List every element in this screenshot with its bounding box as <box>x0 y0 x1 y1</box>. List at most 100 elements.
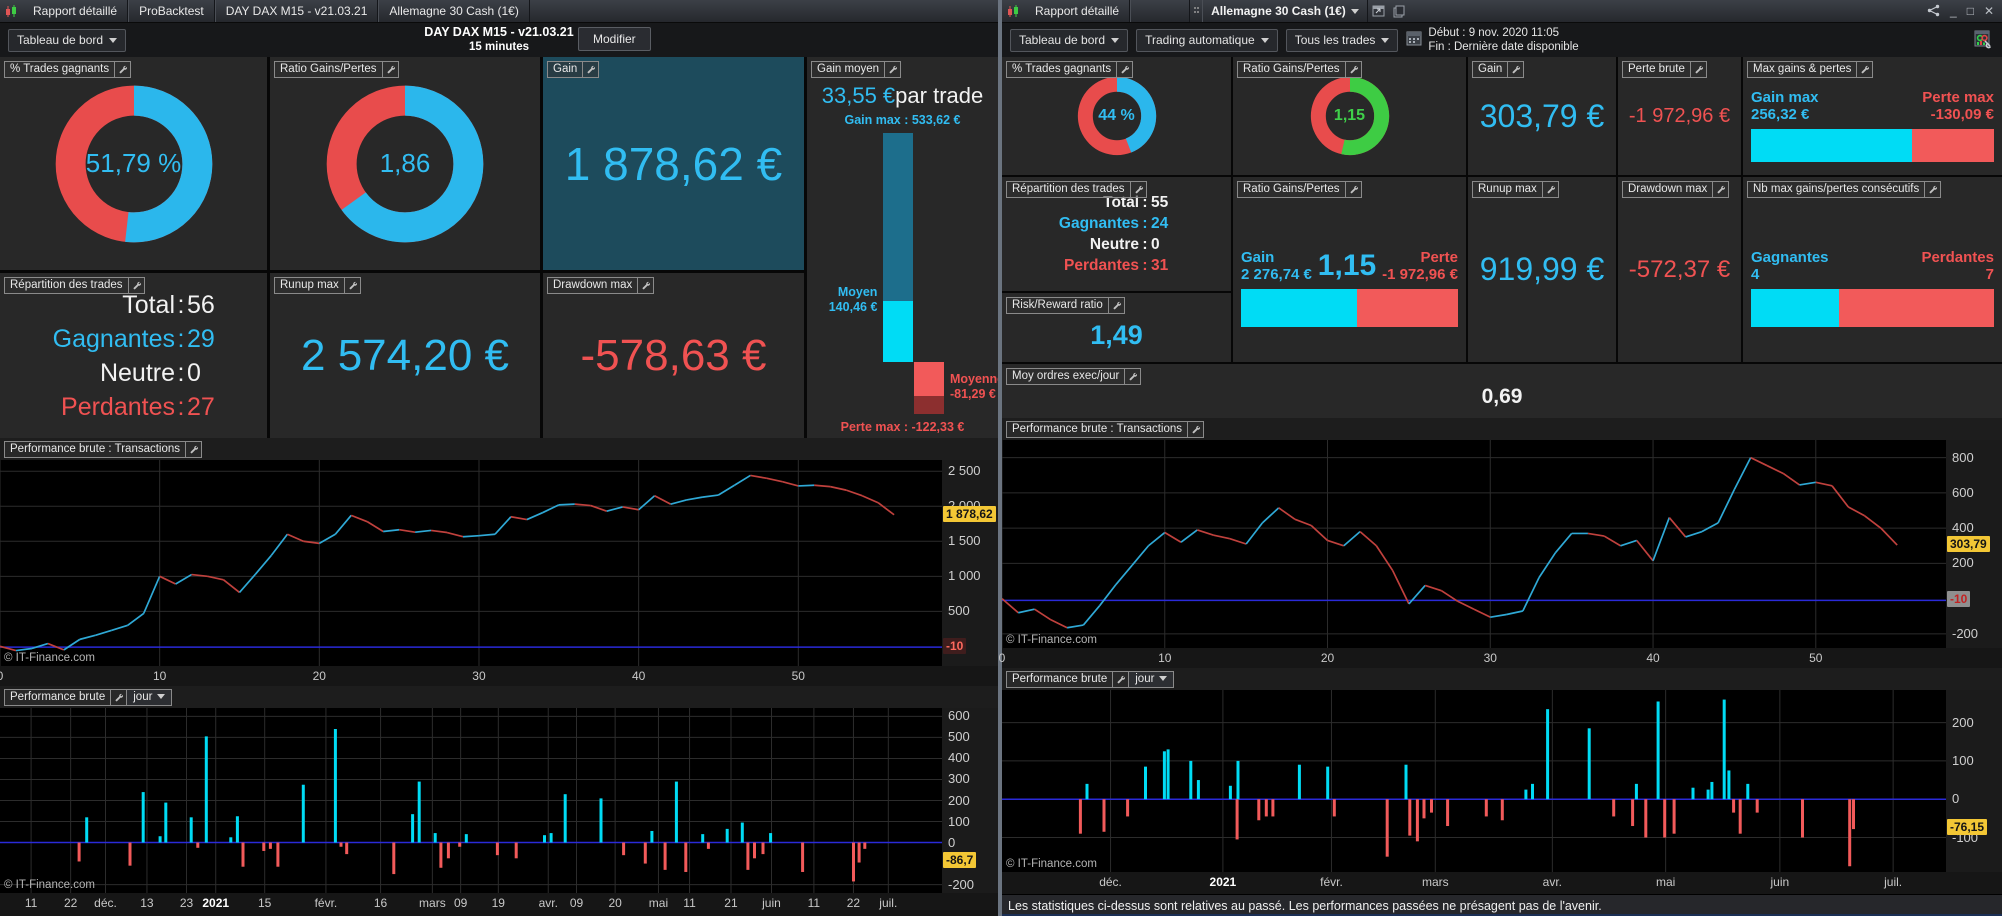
wrench-icon[interactable] <box>1691 61 1707 78</box>
modify-button[interactable]: Modifier <box>578 27 651 51</box>
period-dropdown[interactable]: jour <box>1129 671 1174 688</box>
chevron-down-icon <box>1261 38 1269 43</box>
last-value-tag: -86,7 <box>943 852 976 868</box>
wrench-icon[interactable] <box>1125 368 1141 385</box>
minimize-button[interactable]: _ <box>1950 5 1957 17</box>
tab-allemagne-30-cash[interactable]: Allemagne 30 Cash (1€) <box>378 0 529 22</box>
x-tick-label: 0 <box>0 669 3 683</box>
drawdown-value: -578,63 € <box>543 273 804 438</box>
gain-moyen-bar-chart: Moyen140,46 €Moyenne-81,29 € <box>807 133 998 414</box>
widget-title: Runup max <box>274 277 345 294</box>
x-tick-label: déc. <box>1099 875 1122 889</box>
wrench-icon[interactable] <box>583 61 599 78</box>
x-axis: déc.2021févr.marsavr.maijuinjuil. <box>1002 872 2002 894</box>
status-text: Les statistiques ci-dessus sont relative… <box>1008 899 1602 913</box>
widget-moy-ordres-jour: Moy ordres exec/jour 0,69 <box>1002 364 2002 418</box>
window-controls: _ □ ✕ <box>1919 0 2002 22</box>
widget-title: Gain moyen <box>811 61 885 78</box>
wrench-icon[interactable] <box>115 61 131 78</box>
widget-repartition-trades: Répartition des trades Total:55Gagnantes… <box>1002 177 1231 291</box>
right-daily-chart-block: Performance brutejour © IT-Finance.com 2… <box>1002 668 2002 894</box>
x-tick-label: 22 <box>847 896 860 910</box>
wrench-icon[interactable] <box>1188 421 1204 438</box>
baseline-tag: -10 <box>1947 591 1970 607</box>
copy-report-icon[interactable] <box>1389 0 1409 22</box>
wrench-icon[interactable] <box>1857 61 1873 78</box>
widget-runup-max: Runup max 919,99 € <box>1468 177 1616 362</box>
status-bar: Les statistiques ci-dessus sont relative… <box>1002 894 2002 916</box>
close-button[interactable]: ✕ <box>1984 5 1994 17</box>
y-tick-label: 400 <box>1952 520 1974 535</box>
wrench-icon[interactable] <box>1925 181 1941 198</box>
chevron-down-icon <box>157 694 165 699</box>
wrench-icon[interactable] <box>1346 181 1362 198</box>
left-transactions-chart-block: Performance brute : Transactions © IT-Fi… <box>0 438 998 686</box>
x-tick-label: avr. <box>539 896 558 910</box>
open-window-icon[interactable] <box>1368 0 1389 22</box>
repartition-row: Neutre:0 <box>0 356 239 390</box>
left-stats-grid: % Trades gagnants 51,79 % Ratio Gains/Pe… <box>0 57 998 438</box>
repartition-row: Perdantes:27 <box>0 390 239 424</box>
repartition-list: Total:56Gagnantes:29Neutre:0Perdantes:27 <box>0 273 267 438</box>
wrench-icon[interactable] <box>129 277 145 294</box>
left-toolbar: Tableau de bord DAY DAX M15 - v21.03.21 … <box>0 23 998 57</box>
wrench-icon[interactable] <box>1508 61 1524 78</box>
dashboard-dropdown[interactable]: Tableau de bord <box>1010 29 1128 52</box>
chart-title: Performance brute <box>1006 671 1113 688</box>
wrench-icon[interactable] <box>1713 181 1729 198</box>
runup-value: 2 574,20 € <box>270 273 540 438</box>
wrench-icon[interactable] <box>885 61 901 78</box>
wrench-icon[interactable] <box>383 61 399 78</box>
wrench-icon[interactable] <box>1543 181 1559 198</box>
right-tab-bar: Rapport détaillé Allemagne 30 Cash (1€) … <box>1002 0 2002 23</box>
period-dropdown[interactable]: jour <box>127 689 172 706</box>
y-tick-label: 0 <box>948 835 955 850</box>
tab-rapport-detaille[interactable]: Rapport détaillé <box>1025 0 1130 22</box>
report-title-block: DAY DAX M15 - v21.03.21 15 minutes <box>0 25 998 55</box>
last-value-tag: -76,15 <box>1947 819 1987 835</box>
grip-icon[interactable] <box>1190 0 1202 22</box>
dashboard-dropdown-label: Tableau de bord <box>17 33 103 47</box>
report-settings-icon[interactable] <box>1972 28 1994 53</box>
share-icon[interactable] <box>1927 4 1940 19</box>
instrument-dropdown[interactable]: Allemagne 30 Cash (1€) <box>1202 0 1368 22</box>
right-daily-plot: © IT-Finance.com <box>1002 690 1946 872</box>
x-tick-label: 50 <box>1809 651 1822 665</box>
widget-title: Moy ordres exec/jour <box>1006 368 1125 385</box>
pertes-bar-segment <box>1912 129 1994 162</box>
wrench-icon[interactable] <box>186 441 202 458</box>
trades-filter-dropdown[interactable]: Tous les trades <box>1286 29 1399 52</box>
perte-max-label: Perte max : -122,33 € <box>807 420 998 434</box>
blank-tab[interactable] <box>1130 0 1190 22</box>
wrench-icon[interactable] <box>345 277 361 294</box>
wrench-icon[interactable] <box>111 689 127 706</box>
pct-gagnants-value: 51,79 % <box>46 76 222 252</box>
wrench-icon[interactable] <box>1113 671 1129 688</box>
left-transactions-plot: © IT-Finance.com <box>0 460 942 666</box>
widget-title: Max gains & pertes <box>1747 61 1857 78</box>
wrench-icon[interactable] <box>1346 61 1362 78</box>
right-transactions-plot: © IT-Finance.com <box>1002 440 1946 648</box>
tab-probacktest[interactable]: ProBacktest <box>128 0 215 22</box>
calendar-icon[interactable] <box>1406 30 1422 50</box>
tab-rapport-detaille[interactable]: Rapport détaillé <box>23 0 128 22</box>
widget-repartition-trades: Répartition des trades Total:56Gagnantes… <box>0 273 267 438</box>
wrench-icon[interactable] <box>1117 61 1133 78</box>
x-tick-label: 50 <box>792 669 805 683</box>
wrench-icon[interactable] <box>1109 297 1125 314</box>
widget-title: Gain <box>1472 61 1508 78</box>
candlestick-app-icon <box>0 0 23 22</box>
y-axis: 2001000-100-76,15 <box>1946 690 2002 872</box>
baseline-tag: -10 <box>943 638 966 654</box>
wrench-icon[interactable] <box>1131 181 1147 198</box>
dashboard-dropdown[interactable]: Tableau de bord <box>8 29 126 52</box>
y-tick-label: 0 <box>1952 791 1959 806</box>
right-report-panel: Rapport détaillé Allemagne 30 Cash (1€) … <box>1002 0 2002 916</box>
x-tick-label: 0 <box>999 651 1006 665</box>
tab-day-dax-m15[interactable]: DAY DAX M15 - v21.03.21 <box>215 0 379 22</box>
widget-title: Drawdown max <box>1622 181 1713 198</box>
widget-ratio-gains-pertes-donut: Ratio Gains/Pertes 1,15 <box>1233 57 1466 175</box>
wrench-icon[interactable] <box>638 277 654 294</box>
trading-mode-dropdown[interactable]: Trading automatique <box>1136 29 1278 52</box>
maximize-button[interactable]: □ <box>1967 5 1974 17</box>
